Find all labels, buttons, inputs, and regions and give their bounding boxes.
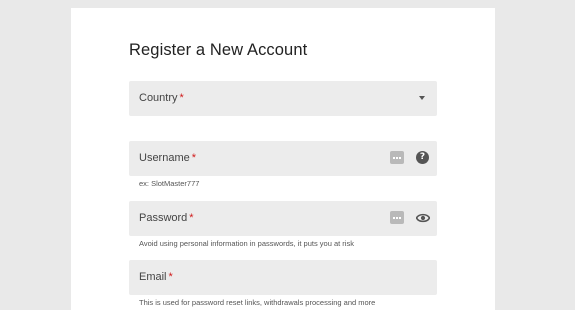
- username-hint: ex: SlotMaster777: [139, 179, 200, 188]
- keyboard-icon[interactable]: [390, 151, 404, 164]
- username-field[interactable]: Username * ?: [129, 141, 437, 176]
- required-marker: *: [191, 152, 197, 164]
- username-label: Username *: [139, 152, 197, 164]
- keyboard-icon[interactable]: [390, 211, 404, 224]
- required-marker: *: [179, 92, 184, 104]
- registration-card: Register a New Account Country * Username…: [71, 8, 495, 310]
- country-select[interactable]: Country *: [129, 81, 437, 116]
- page-title: Register a New Account: [129, 41, 308, 59]
- chevron-down-icon[interactable]: [419, 96, 425, 100]
- password-field[interactable]: Password *: [129, 201, 437, 236]
- required-marker: *: [189, 212, 194, 224]
- country-label: Country *: [139, 92, 184, 104]
- required-marker: *: [168, 271, 173, 283]
- email-label: Email *: [139, 271, 173, 283]
- email-field[interactable]: Email *: [129, 260, 437, 295]
- password-label: Password *: [139, 212, 194, 224]
- help-icon[interactable]: ?: [416, 151, 429, 164]
- eye-icon[interactable]: [416, 213, 430, 223]
- password-hint: Avoid using personal information in pass…: [139, 239, 354, 248]
- email-hint: This is used for password reset links, w…: [139, 298, 376, 307]
